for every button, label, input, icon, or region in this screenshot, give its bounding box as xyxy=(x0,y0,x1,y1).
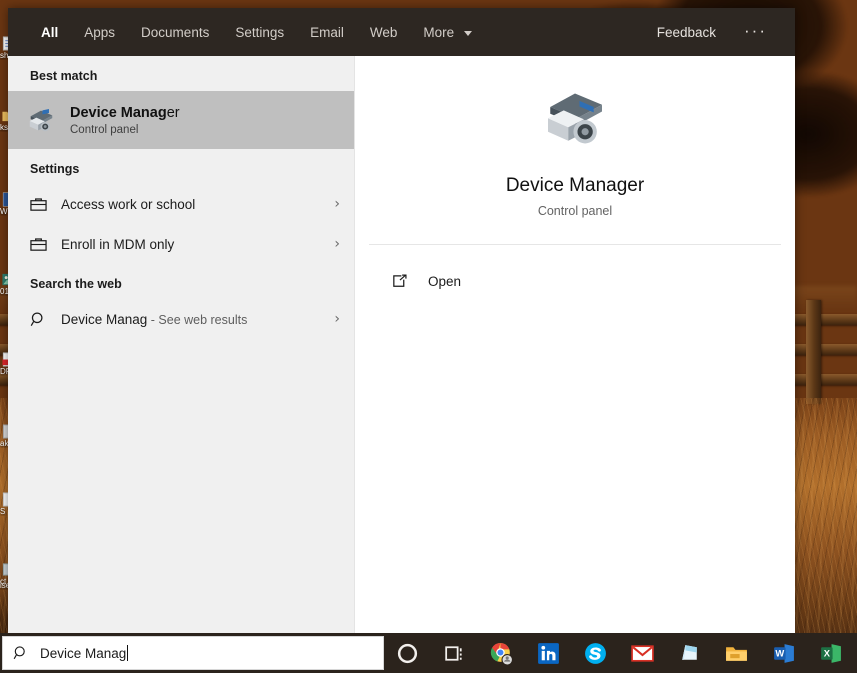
settings-heading: Settings xyxy=(30,162,80,176)
search-the-web-heading: Search the web xyxy=(30,277,122,291)
chevron-right-icon[interactable]: › xyxy=(334,196,340,212)
gmail-icon xyxy=(631,644,654,662)
result-enroll-in-mdm-only[interactable]: Enroll in MDM only › xyxy=(8,224,354,264)
linkedin-button[interactable] xyxy=(525,633,572,673)
file-explorer-button[interactable] xyxy=(713,633,760,673)
chrome-icon xyxy=(490,642,513,665)
feedback-button[interactable]: Feedback xyxy=(643,10,730,54)
briefcase-icon xyxy=(30,197,47,211)
gmail-button[interactable] xyxy=(619,633,666,673)
best-match-subtitle: Control panel xyxy=(70,124,139,137)
word-button[interactable]: W xyxy=(760,633,807,673)
cortana-button[interactable] xyxy=(384,633,431,673)
sticky-notes-icon xyxy=(682,644,697,660)
skype-icon xyxy=(585,642,606,664)
desktop-icon-label: W xyxy=(0,207,8,216)
excel-button[interactable]: X xyxy=(807,633,854,673)
task-view-button[interactable] xyxy=(431,633,478,673)
word-icon: W xyxy=(774,643,794,663)
result-label: Access work or school xyxy=(61,196,196,212)
chevron-right-icon[interactable]: › xyxy=(334,311,340,327)
result-label: Device Manag - See web results xyxy=(61,311,248,327)
result-label: Enroll in MDM only xyxy=(61,236,175,252)
preview-title: Device Manager xyxy=(505,175,645,196)
search-results-list: Best match Device Manager Control panel … xyxy=(8,56,354,633)
open-external-icon xyxy=(393,273,407,287)
linkedin-icon xyxy=(538,642,559,664)
taskbar-search-box[interactable]: Device Manag xyxy=(2,636,384,670)
skype-button[interactable] xyxy=(572,633,619,673)
chevron-down-icon xyxy=(463,30,472,36)
preview-card: Device Manager Control panel xyxy=(369,56,781,245)
open-label: Open xyxy=(428,273,462,289)
result-access-work-or-school[interactable]: Access work or school › xyxy=(8,184,354,224)
svg-text:W: W xyxy=(775,648,784,658)
desktop-icon-label: S xyxy=(0,507,6,516)
search-icon xyxy=(13,646,25,660)
text-cursor xyxy=(127,645,129,661)
best-match-title: Device Manager xyxy=(70,104,180,121)
device-manager-icon xyxy=(548,93,602,144)
preview-pane: Device Manager Control panel Open xyxy=(354,56,795,633)
chevron-right-icon[interactable]: › xyxy=(334,236,340,252)
tab-more[interactable]: More xyxy=(410,10,485,54)
tab-settings[interactable]: Settings xyxy=(222,10,297,54)
device-manager-icon xyxy=(29,109,53,132)
preview-subtitle: Control panel xyxy=(537,204,613,218)
briefcase-icon xyxy=(30,237,47,251)
search-icon xyxy=(30,311,43,326)
tab-web[interactable]: Web xyxy=(357,10,411,54)
more-options-icon[interactable]: ··· xyxy=(730,12,781,53)
search-filter-tabs: All Apps Documents Settings Email Web Mo… xyxy=(8,8,795,56)
cortana-circle-icon xyxy=(397,643,418,663)
tab-documents[interactable]: Documents xyxy=(128,10,222,54)
search-input[interactable]: Device Manag xyxy=(40,646,126,661)
best-match-heading: Best match xyxy=(30,69,98,83)
desktop-icon-label: ks xyxy=(0,123,8,132)
open-button[interactable]: Open xyxy=(369,259,781,303)
search-panel: All Apps Documents Settings Email Web Mo… xyxy=(8,8,795,633)
folder-icon xyxy=(726,646,747,661)
taskbar: Device Manag W X xyxy=(0,633,857,673)
chrome-button[interactable] xyxy=(478,633,525,673)
tab-all[interactable]: All xyxy=(28,10,71,54)
best-match-device-manager[interactable]: Device Manager Control panel xyxy=(8,91,354,149)
sticky-notes-button[interactable] xyxy=(666,633,713,673)
excel-icon: X xyxy=(821,643,841,663)
tab-apps[interactable]: Apps xyxy=(71,10,128,54)
task-view-icon xyxy=(445,645,462,661)
result-web-device-manag[interactable]: Device Manag - See web results › xyxy=(8,299,354,339)
tab-email[interactable]: Email xyxy=(297,10,357,54)
svg-text:X: X xyxy=(824,648,831,658)
